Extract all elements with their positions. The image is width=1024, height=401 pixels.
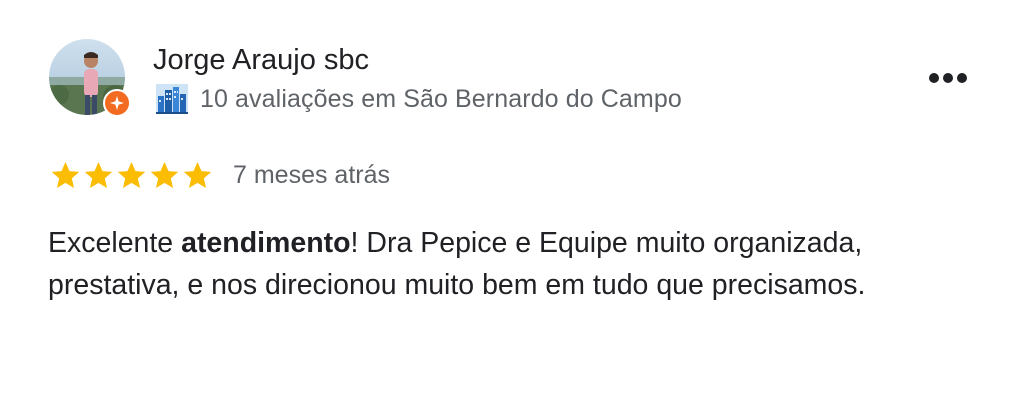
review-text-bold: atendimento bbox=[181, 227, 351, 259]
star-icon bbox=[148, 159, 181, 192]
review-card: Jorge Araujo sbc 10 avaliações em São Be… bbox=[0, 0, 1024, 401]
author-reviews-count[interactable]: 10 avaliações em São Bernardo do Campo bbox=[200, 85, 682, 114]
more-options-button[interactable] bbox=[925, 66, 971, 90]
star-icon bbox=[49, 159, 82, 192]
local-guide-star-icon bbox=[103, 89, 131, 117]
city-buildings-icon bbox=[156, 84, 188, 114]
author-name[interactable]: Jorge Araujo sbc bbox=[153, 43, 369, 77]
star-icon bbox=[181, 159, 214, 192]
author-subtitle: 10 avaliações em São Bernardo do Campo bbox=[156, 83, 682, 115]
star-rating bbox=[49, 157, 214, 193]
review-time: 7 meses atrás bbox=[233, 161, 391, 189]
avatar[interactable] bbox=[49, 39, 131, 117]
review-text: Excelente atendimento! Dra Pepice e Equi… bbox=[48, 222, 988, 306]
review-text-part1: Excelente bbox=[48, 227, 182, 259]
star-icon bbox=[115, 159, 148, 192]
more-horizontal-icon bbox=[929, 73, 967, 83]
star-icon bbox=[82, 159, 115, 192]
